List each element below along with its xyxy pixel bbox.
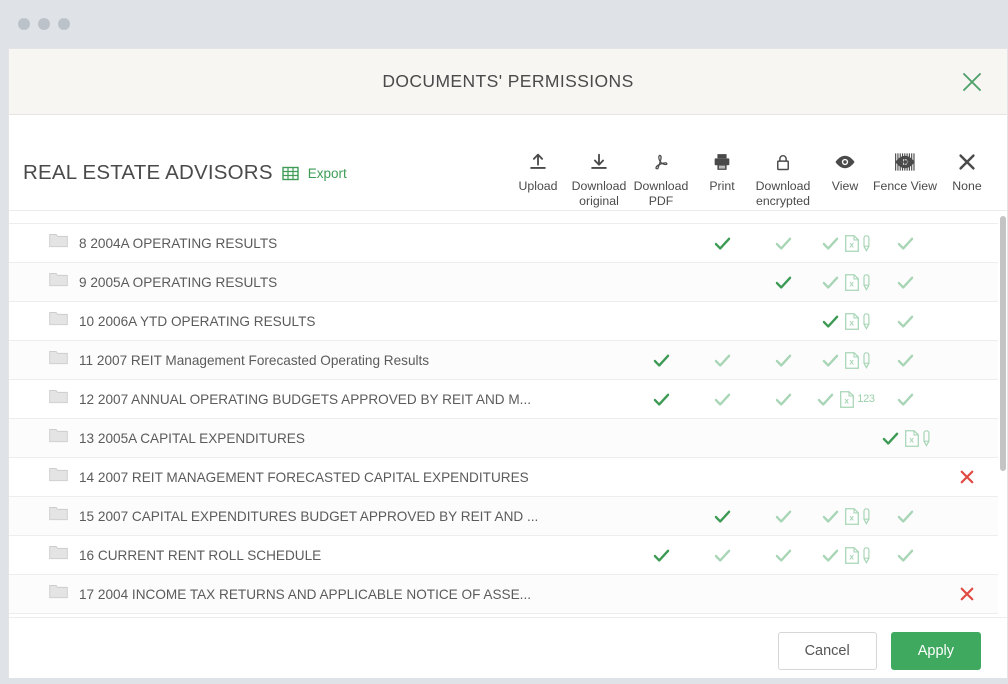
table-row[interactable]: 16 CURRENT RENT ROLL SCHEDULE x	[9, 536, 1007, 575]
permission-cell-fence_view[interactable]	[859, 536, 951, 574]
table-row[interactable]: 15 2007 CAPITAL EXPENDITURES BUDGET APPR…	[9, 497, 1007, 536]
window-dot-close[interactable]	[18, 18, 30, 30]
toolbar-left: REAL ESTATE ADVISORS Export	[23, 115, 347, 185]
table-row[interactable]: 17 2004 INCOME TAX RETURNS AND APPLICABL…	[9, 575, 1007, 614]
row-name: 11 2007 REIT Management Forecasted Opera…	[49, 341, 429, 379]
page-title: DOCUMENTS' PERMISSIONS	[382, 71, 633, 92]
row-name: 14 2007 REIT MANAGEMENT FORECASTED CAPIT…	[49, 458, 529, 496]
document-name: 17 2004 INCOME TAX RETURNS AND APPLICABL…	[79, 587, 531, 602]
document-name: 15 2007 CAPITAL EXPENDITURES BUDGET APPR…	[79, 509, 538, 524]
document-name: 11 2007 REIT Management Forecasted Opera…	[79, 353, 429, 368]
table-row[interactable]: 10 2006A YTD OPERATING RESULTS x	[9, 302, 1007, 341]
folder-icon	[49, 584, 68, 604]
upload-icon	[527, 149, 549, 175]
table-row[interactable]: 11 2007 REIT Management Forecasted Opera…	[9, 341, 1007, 380]
folder-icon	[49, 506, 68, 526]
row-name: 10 2006A YTD OPERATING RESULTS	[49, 302, 315, 340]
permission-cell-fence_view[interactable]	[859, 224, 951, 262]
row-name: 13 2005A CAPITAL EXPENDITURES	[49, 419, 305, 457]
permission-cell-none[interactable]	[921, 575, 1007, 613]
svg-text:x: x	[849, 513, 854, 522]
table-row[interactable]: 12 2007 ANNUAL OPERATING BUDGETS APPROVE…	[9, 380, 1007, 419]
document-name: 10 2006A YTD OPERATING RESULTS	[79, 314, 315, 329]
svg-text:x: x	[845, 396, 850, 405]
document-name: 12 2007 ANNUAL OPERATING BUDGETS APPROVE…	[79, 392, 531, 407]
documents-list[interactable]: 8 2004A OPERATING RESULTSx9 2005A OPERAT…	[9, 211, 1007, 617]
svg-text:x: x	[849, 240, 854, 249]
permission-cell-fence_view[interactable]	[859, 341, 951, 379]
column-header-label: View	[832, 179, 858, 194]
permission-cell-fence_view[interactable]	[859, 380, 951, 418]
table-row-partial[interactable]	[9, 211, 1007, 224]
company-name: REAL ESTATE ADVISORS	[23, 161, 273, 185]
row-name: 17 2004 INCOME TAX RETURNS AND APPLICABL…	[49, 575, 531, 613]
browser-chrome	[0, 0, 1008, 48]
x-mark-icon	[956, 149, 978, 175]
table-row[interactable]: 9 2005A OPERATING RESULTS x	[9, 263, 1007, 302]
documents-permissions-modal: DOCUMENTS' PERMISSIONS REAL ESTATE ADVIS…	[8, 48, 1008, 684]
permission-cell-fence_view[interactable]	[859, 497, 951, 535]
permission-cell-fence_view[interactable]	[859, 302, 951, 340]
folder-icon	[49, 272, 68, 292]
column-header-label: Print	[709, 179, 734, 194]
document-name: 14 2007 REIT MANAGEMENT FORECASTED CAPIT…	[79, 470, 529, 485]
fence-view-eye-icon	[894, 149, 916, 175]
svg-text:x: x	[849, 279, 854, 288]
svg-text:x: x	[849, 318, 854, 327]
row-name: 9 2005A OPERATING RESULTS	[49, 263, 277, 301]
document-name: 13 2005A CAPITAL EXPENDITURES	[79, 431, 305, 446]
permission-cell-fence_view[interactable]: x	[859, 419, 951, 457]
apply-button[interactable]: Apply	[891, 632, 981, 670]
close-icon[interactable]	[957, 67, 987, 97]
column-header-label: None	[952, 179, 981, 194]
lock-icon	[772, 149, 794, 175]
pdf-icon	[650, 149, 672, 175]
folder-icon	[49, 311, 68, 331]
svg-text:x: x	[849, 357, 854, 366]
folder-icon	[49, 389, 68, 409]
row-name: 8 2004A OPERATING RESULTS	[49, 224, 277, 262]
row-name: 16 CURRENT RENT ROLL SCHEDULE	[49, 536, 321, 574]
modal-footer: Cancel Apply	[9, 617, 1007, 683]
folder-icon	[49, 545, 68, 565]
table-row[interactable]: 8 2004A OPERATING RESULTS x	[9, 224, 1007, 263]
column-header-none[interactable]: None	[921, 149, 1008, 194]
table-row[interactable]: 14 2007 REIT MANAGEMENT FORECASTED CAPIT…	[9, 458, 1007, 497]
table-row[interactable]: 13 2005A CAPITAL EXPENDITURES x	[9, 419, 1007, 458]
scrollbar-track[interactable]	[998, 211, 1007, 617]
column-header-label: Upload	[519, 179, 558, 194]
svg-text:x: x	[849, 552, 854, 561]
folder-icon	[49, 467, 68, 487]
window-dot-minimize[interactable]	[38, 18, 50, 30]
row-name: 15 2007 CAPITAL EXPENDITURES BUDGET APPR…	[49, 497, 538, 535]
folder-icon	[49, 428, 68, 448]
row-name: 12 2007 ANNUAL OPERATING BUDGETS APPROVE…	[49, 380, 531, 418]
window-dots	[18, 18, 70, 30]
folder-icon	[49, 350, 68, 370]
document-name: 9 2005A OPERATING RESULTS	[79, 275, 277, 290]
eye-icon	[834, 149, 856, 175]
window-dot-maximize[interactable]	[58, 18, 70, 30]
permission-cell-fence_view[interactable]	[859, 263, 951, 301]
svg-text:x: x	[909, 435, 914, 444]
download-icon	[588, 149, 610, 175]
scrollbar-thumb[interactable]	[1000, 216, 1006, 471]
permission-extra-icons: x	[905, 430, 931, 447]
document-name: 8 2004A OPERATING RESULTS	[79, 236, 277, 251]
permissions-toolbar: REAL ESTATE ADVISORS Export UploadDownlo…	[9, 115, 1007, 211]
modal-header: DOCUMENTS' PERMISSIONS	[9, 49, 1007, 115]
page-bottom-strip	[0, 678, 1008, 684]
document-name: 16 CURRENT RENT ROLL SCHEDULE	[79, 548, 321, 563]
printer-icon	[711, 149, 733, 175]
export-link[interactable]: Export	[308, 166, 347, 181]
grid-table-icon[interactable]	[282, 165, 299, 182]
folder-icon	[49, 233, 68, 253]
permission-cell-none[interactable]	[921, 458, 1007, 496]
cancel-button[interactable]: Cancel	[778, 632, 877, 670]
